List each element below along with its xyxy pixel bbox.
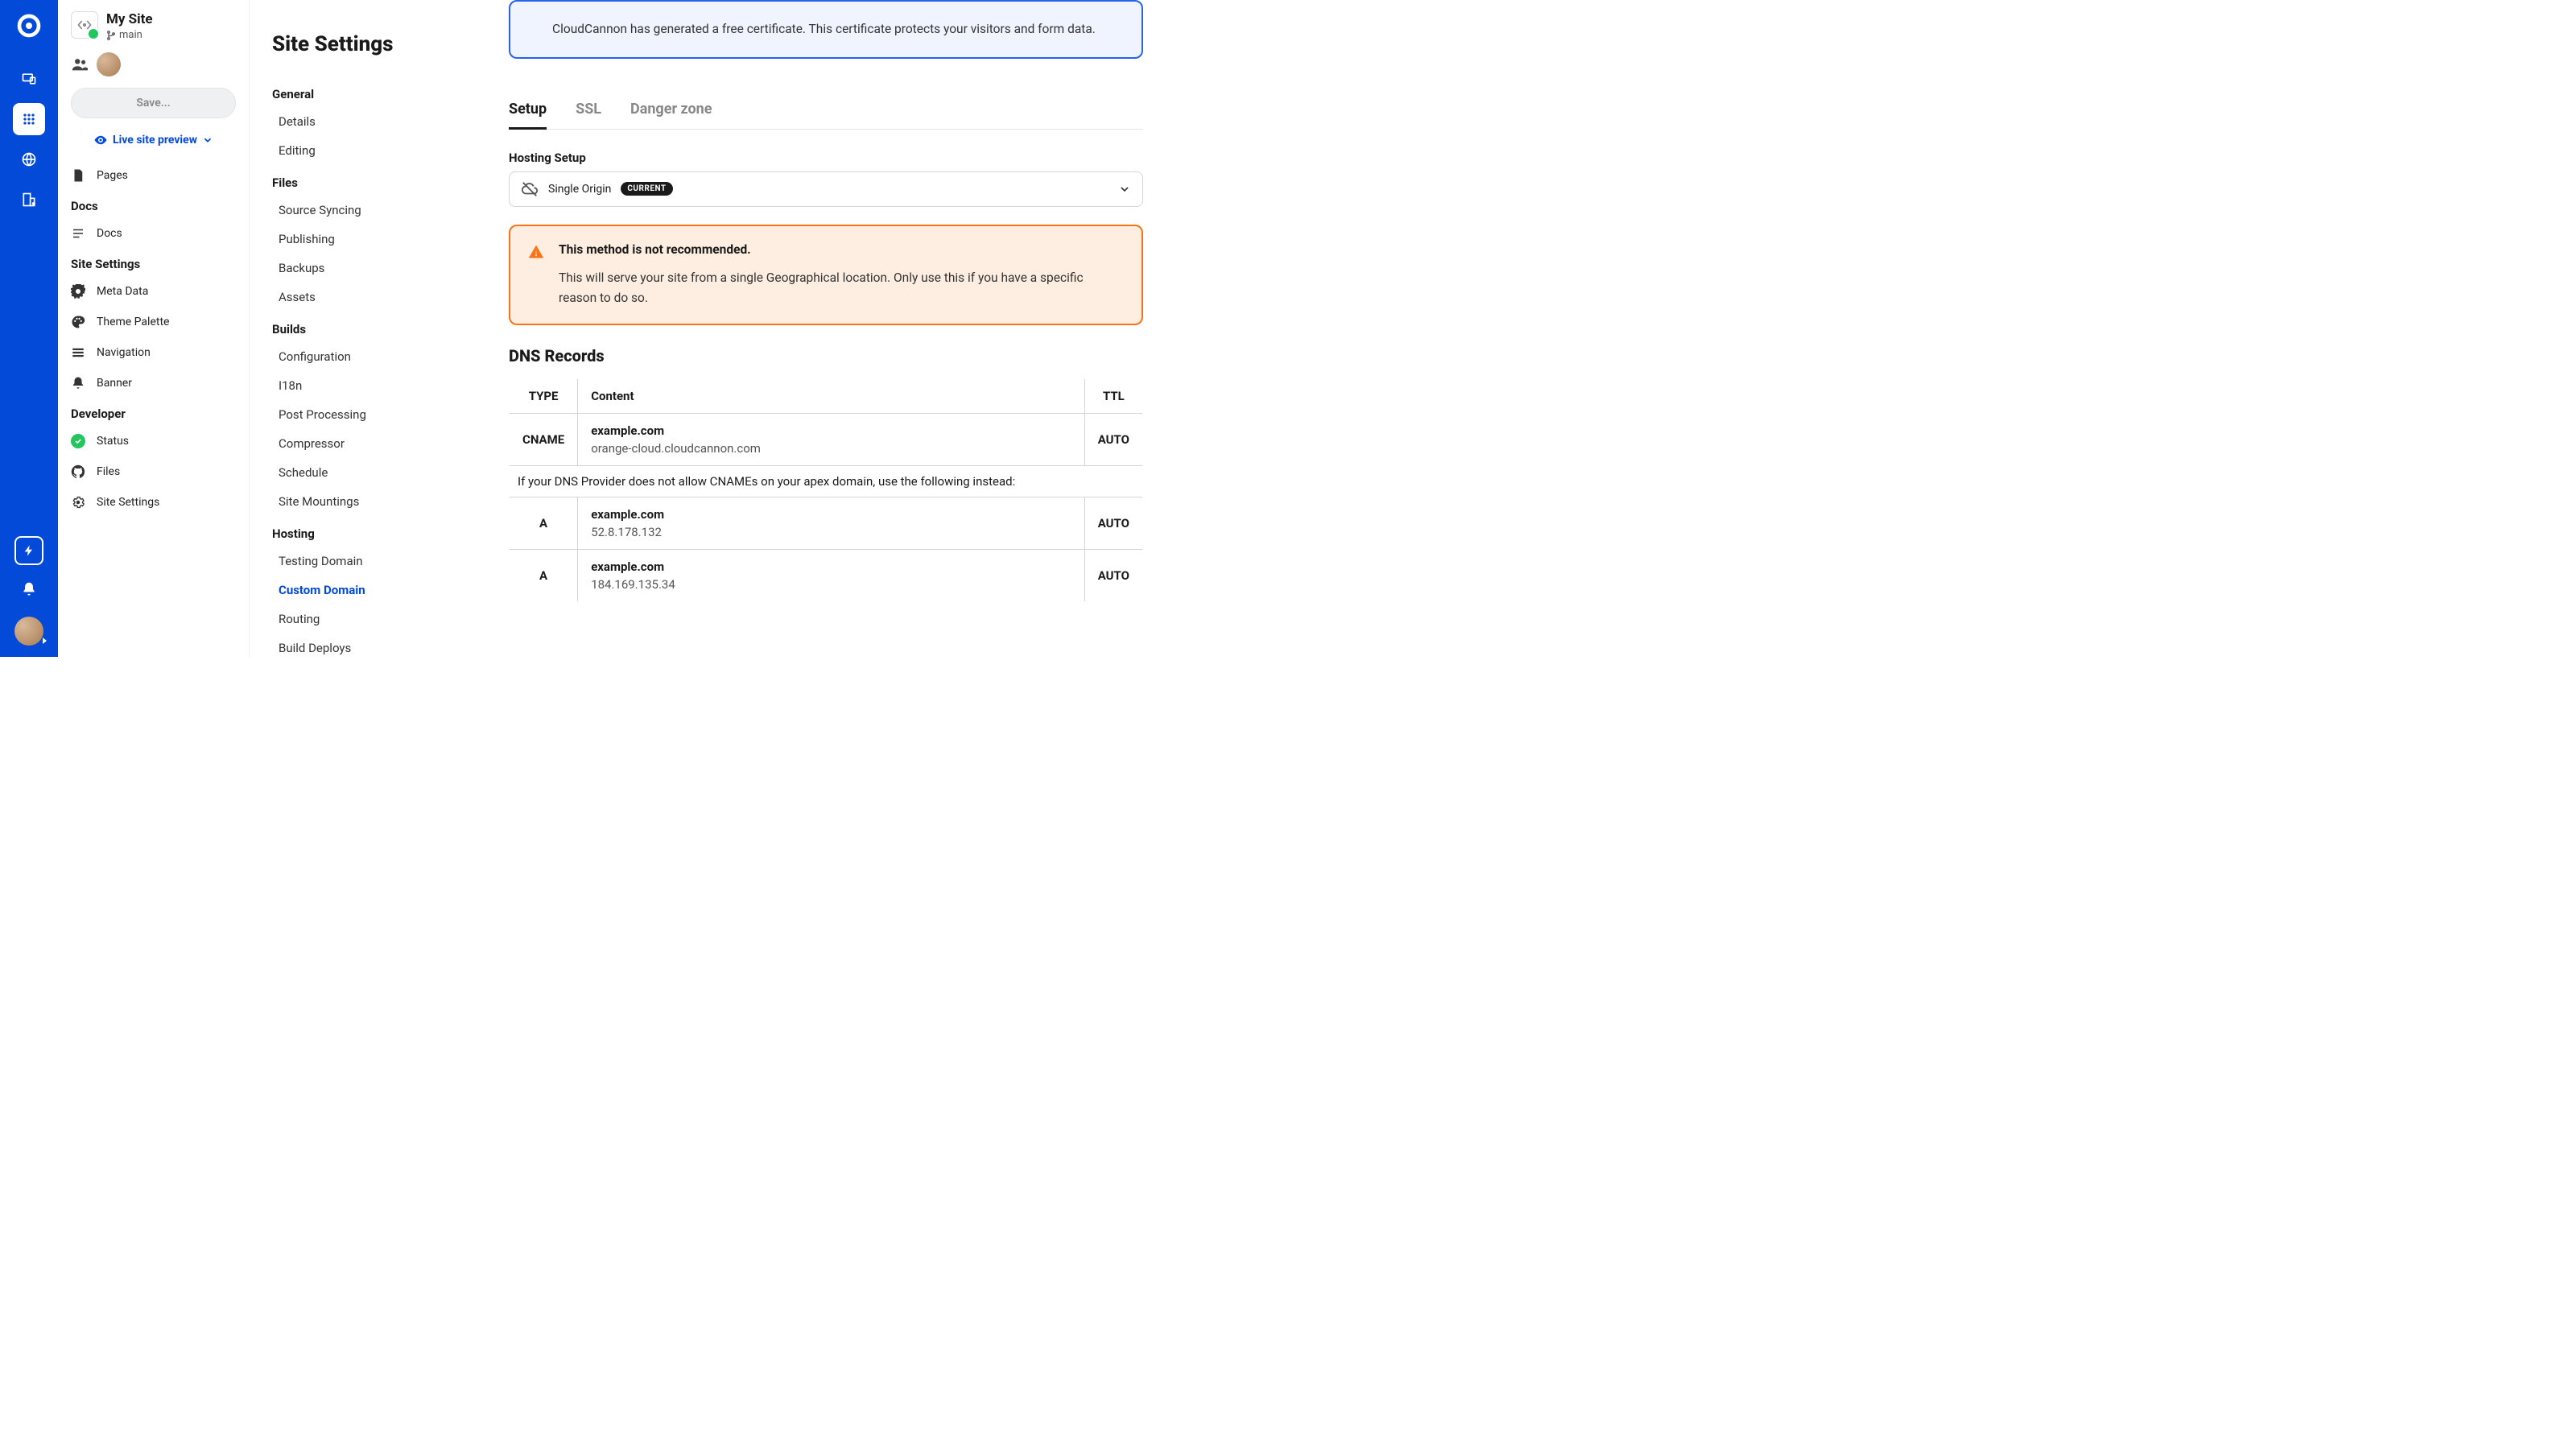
settings-item-compressor[interactable]: Compressor <box>272 431 457 456</box>
gear-icon <box>71 284 85 299</box>
settings-group-general: General <box>272 87 457 101</box>
settings-item-custom-domain[interactable]: Custom Domain <box>272 578 457 602</box>
rail-lightning-icon[interactable] <box>14 536 43 565</box>
settings-title: Site Settings <box>272 32 457 56</box>
settings-group-files: Files <box>272 175 457 190</box>
settings-item-configuration[interactable]: Configuration <box>272 345 457 369</box>
rail-building-icon[interactable] <box>13 184 45 216</box>
tab-setup[interactable]: Setup <box>509 96 547 129</box>
branch-icon <box>106 31 116 40</box>
rail-apps-icon[interactable] <box>13 103 45 135</box>
settings-item-backups[interactable]: Backups <box>272 256 457 280</box>
live-preview-button[interactable]: Live site preview <box>58 128 249 160</box>
collaborators-row[interactable] <box>58 52 249 88</box>
settings-item-editing[interactable]: Editing <box>272 138 457 163</box>
settings-item-site-mountings[interactable]: Site Mountings <box>272 489 457 514</box>
warning-icon <box>528 244 544 260</box>
dns-records-title: DNS Records <box>509 346 1143 365</box>
collaborator-avatar <box>97 52 121 76</box>
sidebar-item-site-settings[interactable]: Site Settings <box>58 487 249 518</box>
rail-devices-icon[interactable] <box>13 63 45 95</box>
warning-title: This method is not recommended. <box>559 242 1124 257</box>
cloud-off-icon <box>521 180 539 198</box>
save-button[interactable]: Save... <box>71 88 236 118</box>
status-dot-icon <box>71 434 85 448</box>
sidebar-group-docs: Docs <box>58 191 249 218</box>
tab-ssl[interactable]: SSL <box>576 96 601 129</box>
chevron-down-icon <box>1118 183 1131 196</box>
settings-item-build-deploys[interactable]: Build Deploys <box>272 636 457 657</box>
sidebar-item-status[interactable]: Status <box>58 426 249 456</box>
th-ttl: TTL <box>1084 379 1142 414</box>
site-sidebar: My Site main Save... Live site preview P… <box>58 0 250 657</box>
sidebar-item-theme[interactable]: Theme Palette <box>58 307 249 337</box>
warning-body: This will serve your site from a single … <box>559 268 1124 308</box>
sidebar-item-navigation[interactable]: Navigation <box>58 337 249 368</box>
th-content: Content <box>578 379 1085 414</box>
github-icon <box>71 464 85 479</box>
list-icon <box>71 345 85 360</box>
page-icon <box>71 168 85 183</box>
site-icon <box>71 11 98 39</box>
people-icon <box>71 56 89 73</box>
settings-item-testing-domain[interactable]: Testing Domain <box>272 549 457 573</box>
domain-tabs: Setup SSL Danger zone <box>509 96 1143 130</box>
sidebar-item-files[interactable]: Files <box>58 456 249 487</box>
current-badge: CURRENT <box>621 182 672 196</box>
dns-note-row: If your DNS Provider does not allow CNAM… <box>510 466 1143 497</box>
settings-group-builds: Builds <box>272 322 457 336</box>
sidebar-group-developer: Developer <box>58 398 249 426</box>
site-branch: main <box>106 29 153 41</box>
table-row: A example.com 184.169.135.34 AUTO <box>510 550 1143 602</box>
settings-item-schedule[interactable]: Schedule <box>272 460 457 485</box>
sidebar-item-pages[interactable]: Pages <box>58 160 249 191</box>
hosting-setup-select[interactable]: Single Origin CURRENT <box>509 171 1143 207</box>
bell-icon <box>71 376 85 390</box>
sidebar-item-docs[interactable]: Docs <box>58 218 249 249</box>
site-name: My Site <box>106 11 153 27</box>
tab-danger-zone[interactable]: Danger zone <box>630 96 712 129</box>
sidebar-item-metadata[interactable]: Meta Data <box>58 276 249 307</box>
rail-user-avatar[interactable] <box>14 617 43 646</box>
table-row: A example.com 52.8.178.132 AUTO <box>510 497 1143 550</box>
ssl-info-banner: CloudCannon has generated a free certifi… <box>509 0 1143 59</box>
dns-records-table: TYPE Content TTL CNAME example.com orang… <box>509 378 1143 602</box>
table-row: CNAME example.com orange-cloud.cloudcann… <box>510 414 1143 466</box>
rail-bell-icon[interactable] <box>13 573 45 605</box>
settings-item-source-syncing[interactable]: Source Syncing <box>272 198 457 222</box>
rail-globe-icon[interactable] <box>13 143 45 175</box>
site-header: My Site main <box>58 11 249 52</box>
settings-item-assets[interactable]: Assets <box>272 285 457 309</box>
palette-icon <box>71 315 85 329</box>
main-content: CloudCannon has generated a free certifi… <box>480 0 1172 657</box>
settings-item-post-processing[interactable]: Post Processing <box>272 402 457 427</box>
warning-banner: This method is not recommended. This wil… <box>509 225 1143 326</box>
gear-icon <box>71 495 85 510</box>
th-type: TYPE <box>510 379 578 414</box>
settings-item-routing[interactable]: Routing <box>272 607 457 631</box>
brand-logo <box>14 11 43 40</box>
settings-item-i18n[interactable]: I18n <box>272 374 457 398</box>
hosting-setup-label: Hosting Setup <box>509 151 1143 165</box>
settings-item-details[interactable]: Details <box>272 109 457 134</box>
settings-group-hosting: Hosting <box>272 526 457 541</box>
nav-rail <box>0 0 58 657</box>
notes-icon <box>71 226 85 241</box>
eye-icon <box>93 133 108 147</box>
chevron-down-icon <box>202 134 213 146</box>
hosting-select-value: Single Origin <box>548 183 611 196</box>
settings-nav: Site Settings General Details Editing Fi… <box>250 0 480 657</box>
sidebar-item-banner[interactable]: Banner <box>58 368 249 398</box>
sidebar-group-settings: Site Settings <box>58 249 249 276</box>
settings-item-publishing[interactable]: Publishing <box>272 227 457 251</box>
